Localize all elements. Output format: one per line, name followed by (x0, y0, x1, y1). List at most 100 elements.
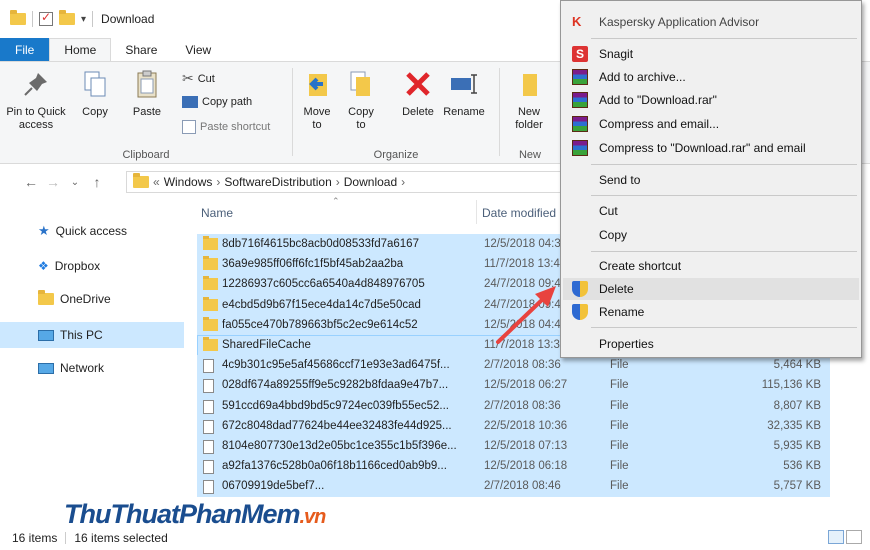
file-name: 672c8048dad77624be44ee32483fe44d925... (222, 419, 452, 432)
network-icon (38, 362, 54, 374)
file-type: File (610, 379, 629, 392)
separator (32, 11, 33, 27)
new-folder-icon[interactable] (59, 10, 75, 25)
copy-to-icon (345, 68, 377, 100)
forward-arrow-icon[interactable]: → (42, 174, 64, 190)
tab-share[interactable]: Share (111, 38, 171, 61)
breadcrumb-chevron-icon[interactable]: › (216, 175, 220, 189)
file-size: 5,464 KB (773, 359, 821, 372)
file-size: 115,136 KB (761, 379, 821, 392)
column-header-name[interactable]: Name (201, 206, 233, 220)
file-row[interactable]: 591ccd69a4bbd9bd5c9724ec039fb55ec52... 2/… (197, 395, 830, 417)
menu-item-compress-email[interactable]: Compress and email... (563, 113, 859, 135)
menu-item-properties[interactable]: Properties (563, 333, 859, 355)
new-folder-button[interactable]: New folder (504, 68, 554, 132)
folder-icon (133, 173, 149, 188)
file-row[interactable]: 06709919de5bef7... 2/7/2018 08:46 File 5,75… (197, 476, 830, 498)
cut-label: Cut (197, 72, 215, 85)
view-buttons (828, 530, 862, 544)
menu-item-kaspersky[interactable]: K Kaspersky Application Advisor (563, 11, 859, 33)
breadcrumb-chevron-icon[interactable]: › (336, 175, 340, 189)
menu-separator (591, 251, 857, 252)
address-bar[interactable]: « Windows › SoftwareDistribution › Downl… (126, 171, 566, 193)
move-to-button[interactable]: Move to (299, 68, 335, 132)
clipboard-group: Pin to Quick access Copy Paste ✂ Cut Cop… (0, 62, 292, 164)
cut-button[interactable]: ✂ Cut (182, 70, 215, 87)
file-type: File (610, 460, 629, 473)
copy-to-button[interactable]: Copy to (343, 68, 379, 132)
rename-ribbon-button[interactable]: Rename (441, 68, 487, 119)
breadcrumb-download[interactable]: Download (344, 175, 397, 189)
menu-item-add-archive[interactable]: Add to archive... (563, 66, 859, 88)
file-icon (203, 379, 214, 394)
file-row[interactable]: a92fa1376c528b0a06f18b1166ced0ab9b9... 12… (197, 456, 830, 478)
tab-view[interactable]: View (171, 38, 225, 61)
up-arrow-icon[interactable]: ↑ (86, 174, 108, 190)
menu-item-add-rar[interactable]: Add to "Download.rar" (563, 89, 859, 111)
item-count: 16 items (12, 531, 58, 545)
file-row[interactable]: 672c8048dad77624be44ee32483fe44d925... 22… (197, 415, 830, 437)
tab-home[interactable]: Home (49, 38, 112, 61)
file-size: 8,807 KB (773, 399, 821, 412)
menu-item-compress-rar-email[interactable]: Compress to "Download.rar" and email (563, 137, 859, 159)
customize-toolbar-icon[interactable]: ▾ (81, 14, 86, 25)
file-name: e4cbd5d9b67f15ece4da14c7d5e50cad (222, 298, 421, 311)
menu-separator (591, 327, 857, 328)
file-icon (203, 480, 214, 495)
file-row[interactable]: 4c9b301c95e5af45686ccf71e93e3ad6475f... 2… (197, 355, 830, 377)
properties-check-icon[interactable] (39, 10, 53, 26)
paste-shortcut-button[interactable]: Paste shortcut (182, 120, 270, 134)
nav-item-dropbox[interactable]: ❖ Dropbox (0, 253, 184, 279)
file-size: 5,935 KB (773, 440, 821, 452)
menu-separator (591, 195, 857, 196)
winrar-icon (572, 140, 588, 156)
status-separator (65, 532, 67, 544)
breadcrumb-chevron-icon[interactable]: › (401, 175, 405, 189)
file-icon (203, 359, 214, 374)
menu-item-rename[interactable]: Rename (563, 301, 859, 323)
tab-file[interactable]: File (0, 38, 50, 61)
menu-label: Send to (599, 173, 641, 187)
menu-item-snagit[interactable]: S Snagit (563, 43, 859, 65)
column-header-date[interactable]: Date modified (482, 206, 556, 220)
dropbox-icon: ❖ (38, 259, 49, 273)
menu-item-create-shortcut[interactable]: Create shortcut (563, 255, 859, 277)
details-view-icon[interactable] (828, 530, 844, 544)
nav-item-quick-access[interactable]: ★ Quick access (0, 218, 184, 244)
pin-quick-access-button[interactable]: Pin to Quick access (6, 68, 66, 132)
breadcrumb-softwaredistribution[interactable]: SoftwareDistribution (224, 175, 331, 189)
menu-separator (591, 38, 857, 39)
menu-label: Properties (599, 337, 654, 351)
delete-label: Delete (402, 106, 434, 118)
breadcrumb-windows[interactable]: Windows (164, 175, 213, 189)
file-name: 12286937c605cc6a6540a4d848976705 (222, 278, 425, 291)
rename-label: Rename (443, 106, 485, 118)
file-row[interactable]: 028df674a89255ff9e5c9282b8fdaa9e47b7... 1… (197, 375, 830, 397)
quick-access-toolbar: ▾ (10, 10, 94, 27)
new-folder-icon (513, 68, 545, 100)
file-name: 8db716f4615bc8acb0d08533fd7a6167 (222, 238, 419, 250)
menu-item-cut[interactable]: Cut (563, 200, 859, 222)
file-date: 2/7/2018 08:46 (484, 480, 561, 493)
file-date: 12/5/2018 06:27 (484, 379, 568, 392)
menu-item-send-to[interactable]: Send to (563, 169, 859, 191)
nav-item-network[interactable]: Network (0, 355, 184, 381)
copy-button[interactable]: Copy (72, 68, 118, 119)
recent-locations-chevron-icon[interactable]: ⌄ (64, 177, 86, 188)
file-name: 4c9b301c95e5af45686ccf71e93e3ad6475f... (222, 359, 450, 372)
large-icons-view-icon[interactable] (846, 530, 862, 544)
folder-icon (203, 236, 218, 250)
delete-ribbon-button[interactable]: Delete (397, 68, 439, 119)
back-arrow-icon[interactable]: ← (20, 174, 42, 190)
menu-separator (591, 164, 857, 165)
copy-to-label: Copy to (348, 106, 374, 131)
nav-item-this-pc[interactable]: This PC (0, 322, 184, 348)
copy-path-button[interactable]: Copy path (182, 96, 252, 108)
folder-icon (203, 296, 218, 311)
nav-item-onedrive[interactable]: OneDrive (0, 286, 184, 312)
menu-item-copy[interactable]: Copy (563, 224, 859, 246)
address-overflow[interactable]: « (153, 175, 160, 189)
menu-item-delete[interactable]: Delete (563, 278, 859, 300)
file-row[interactable]: 8104e807730e13d2e05bc1ce355c1b5f396e... 1… (197, 436, 830, 457)
paste-button[interactable]: Paste (124, 68, 170, 119)
